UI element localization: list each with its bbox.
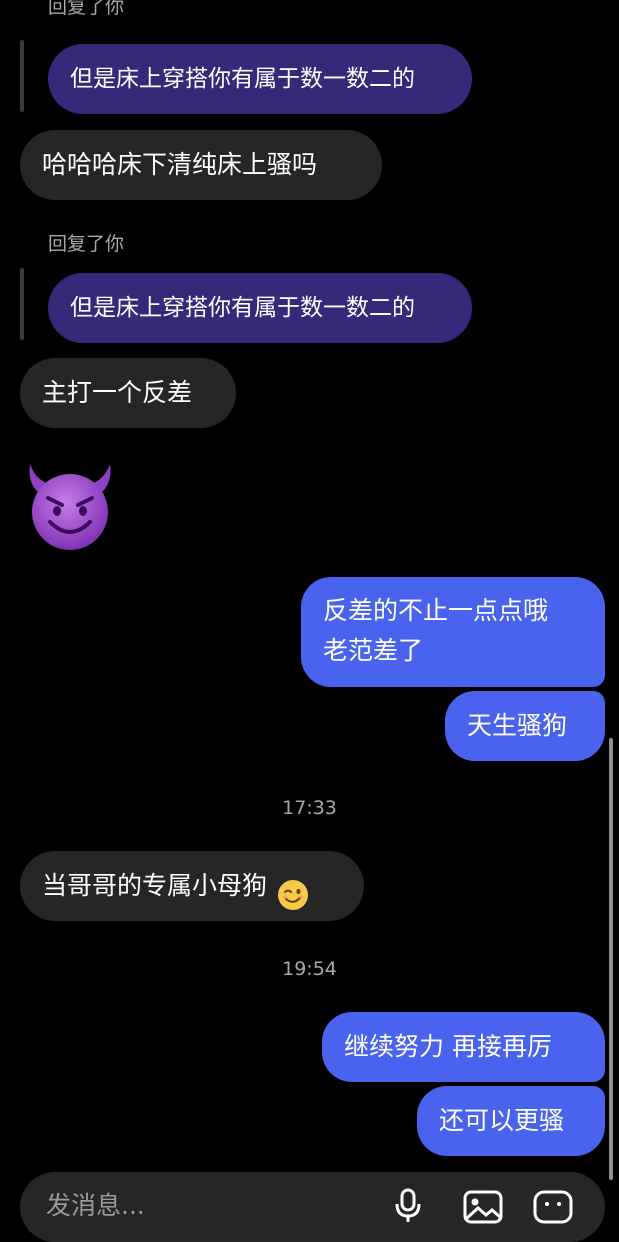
incoming-message[interactable]: 主打一个反差 bbox=[20, 358, 236, 428]
outgoing-message[interactable]: 继续努力 再接再厉 bbox=[322, 1012, 605, 1082]
image-icon[interactable] bbox=[463, 1190, 503, 1228]
message-composer[interactable]: 发消息... bbox=[20, 1172, 605, 1242]
reply-label: 回复了你 bbox=[48, 233, 125, 255]
message-text: 当哥哥的专属小母狗 bbox=[42, 871, 268, 900]
timestamp: 19:54 bbox=[282, 958, 337, 980]
outgoing-message[interactable]: 天生骚狗 bbox=[445, 691, 605, 761]
timestamp: 17:33 bbox=[282, 797, 337, 819]
scrollbar[interactable] bbox=[609, 738, 613, 1180]
sticker-icon[interactable] bbox=[533, 1190, 573, 1228]
outgoing-message[interactable]: 还可以更骚 bbox=[417, 1086, 605, 1156]
winking-face-icon bbox=[277, 868, 309, 910]
message-input[interactable]: 发消息... bbox=[46, 1186, 145, 1222]
smiling-face-with-horns-icon[interactable] bbox=[22, 458, 118, 554]
message-line: 老范差了 bbox=[323, 636, 424, 665]
outgoing-message[interactable]: 反差的不止一点点哦 老范差了 bbox=[301, 577, 605, 687]
message-line: 反差的不止一点点哦 bbox=[323, 596, 549, 625]
microphone-icon[interactable] bbox=[392, 1188, 424, 1228]
incoming-message[interactable]: 当哥哥的专属小母狗 bbox=[20, 851, 364, 921]
reply-label: 回复了你 bbox=[48, 0, 125, 18]
quote-indicator-bar bbox=[20, 268, 24, 340]
quote-indicator-bar bbox=[20, 40, 24, 112]
incoming-message[interactable]: 哈哈哈床下清纯床上骚吗 bbox=[20, 130, 382, 200]
quoted-message[interactable]: 但是床上穿搭你有属于数一数二的 bbox=[48, 273, 472, 343]
quoted-message[interactable]: 但是床上穿搭你有属于数一数二的 bbox=[48, 44, 472, 114]
